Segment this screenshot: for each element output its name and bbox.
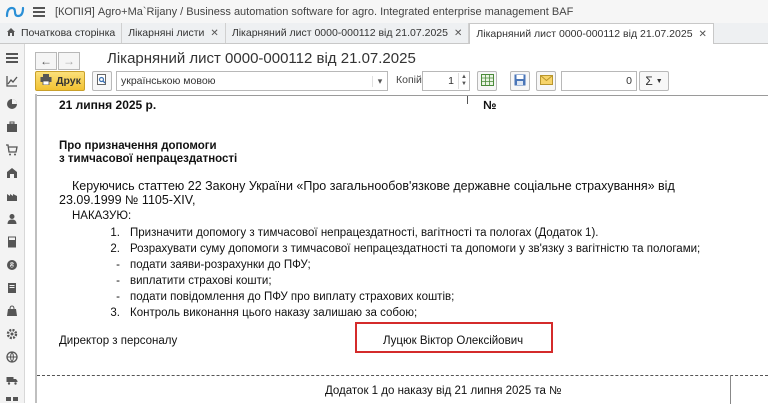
- home-icon: [6, 27, 16, 40]
- list-item-marker: 1.: [110, 227, 120, 239]
- list-item-marker: -: [116, 275, 120, 287]
- preamble-line1: Керуючись статтею 22 Закону України «Про…: [72, 179, 675, 193]
- tab-label: Лікарняний лист 0000-000112 від 21.07.20…: [231, 27, 448, 39]
- print-button[interactable]: Друк: [35, 71, 85, 91]
- list-item: Контроль виконання цього наказу залишаю …: [130, 307, 418, 319]
- truck-icon[interactable]: [5, 373, 19, 387]
- tab-home[interactable]: Початкова сторінка: [0, 23, 123, 43]
- order-word: НАКАЗУЮ:: [72, 210, 132, 222]
- back-button[interactable]: ←: [35, 52, 57, 70]
- page-marker: [467, 96, 468, 104]
- grid-icon[interactable]: [5, 394, 19, 408]
- page-marker: [730, 375, 731, 404]
- envelope-icon: [539, 74, 553, 88]
- preamble-line2: 23.09.1999 № 1105-XIV,: [59, 193, 196, 207]
- document-stack-icon[interactable]: [5, 281, 19, 295]
- money-icon[interactable]: ₴: [5, 258, 19, 272]
- sigma-icon: Σ: [645, 74, 653, 88]
- spreadsheet-icon: [480, 73, 494, 89]
- appendix-heading: Додаток 1 до наказу від 21 липня 2025 та…: [325, 385, 562, 397]
- spin-arrows-icon[interactable]: ▲ ▼: [458, 73, 469, 89]
- list-item: виплатити страхові кошти;: [130, 275, 272, 287]
- factory-icon[interactable]: [5, 189, 19, 203]
- briefcase-icon[interactable]: [5, 120, 19, 134]
- document-number-sign: №: [483, 98, 497, 112]
- forward-button[interactable]: →: [58, 52, 80, 70]
- document-date: 21 липня 2025 р.: [59, 98, 157, 112]
- bag-icon[interactable]: [5, 304, 19, 318]
- list-item: Розрахувати суму допомоги з тимчасової н…: [130, 243, 701, 255]
- main-content: ← → Лікарняний лист 0000-000112 від 21.0…: [25, 44, 768, 404]
- page-break-line: [37, 375, 768, 376]
- list-item: подати заяви-розрахунки до ПФУ;: [130, 259, 311, 271]
- tab-bar: Початкова сторінка Лікарняні листи ✕ Лік…: [0, 23, 768, 44]
- tab-sick-leave-1[interactable]: Лікарняний лист 0000-000112 від 21.07.20…: [225, 23, 470, 43]
- sidebar: ₴: [0, 44, 25, 403]
- sum-field-value: 0: [626, 75, 632, 87]
- print-button-label: Друк: [56, 75, 81, 87]
- list-item: подати повідомлення до ПФУ про виплату с…: [130, 291, 455, 303]
- tab-sick-leaves[interactable]: Лікарняні листи ✕: [122, 23, 226, 43]
- document-heading-line1: Про призначення допомоги: [59, 140, 217, 152]
- document-heading-line2: з тимчасової непрацездатності: [59, 153, 238, 165]
- app-logo-icon[interactable]: [5, 5, 25, 19]
- list-item: Призначити допомогу з тимчасової непраце…: [130, 227, 599, 239]
- send-email-button[interactable]: [536, 71, 556, 91]
- close-icon[interactable]: ✕: [210, 28, 218, 39]
- table-settings-button[interactable]: [477, 71, 497, 91]
- director-label: Директор з персоналу: [59, 335, 178, 347]
- tab-label: Лікарняні листи: [128, 27, 205, 39]
- copies-stepper[interactable]: 1 ▲ ▼: [422, 71, 470, 91]
- page-title: Лікарняний лист 0000-000112 від 21.07.20…: [107, 50, 416, 67]
- chevron-down-icon[interactable]: ▾: [372, 75, 387, 87]
- list-item-marker: -: [116, 259, 120, 271]
- copies-value: 1: [448, 75, 454, 87]
- warehouse-icon[interactable]: [5, 166, 19, 180]
- printable-document: 21 липня 2025 р. № Про призначення допом…: [37, 95, 768, 404]
- svg-text:₴: ₴: [10, 263, 14, 270]
- preview-button[interactable]: [92, 71, 112, 91]
- printer-icon: [40, 74, 52, 88]
- calculator-icon[interactable]: [5, 235, 19, 249]
- title-bar: [КОПІЯ] Agro+Ma`Rijany / Business automa…: [0, 0, 768, 24]
- chart-line-icon[interactable]: [5, 74, 19, 88]
- floppy-disk-icon: [514, 74, 526, 89]
- copies-label: Копій:: [396, 74, 425, 86]
- language-select[interactable]: українською мовою ▾: [116, 71, 388, 91]
- chevron-down-icon: ▼: [655, 77, 663, 85]
- tab-sick-leave-print[interactable]: Лікарняний лист 0000-000112 від 21.07.20…: [469, 23, 714, 44]
- globe-icon[interactable]: [5, 350, 19, 364]
- list-item-marker: -: [116, 291, 120, 303]
- list-item-marker: 2.: [110, 243, 120, 255]
- list-icon[interactable]: [5, 51, 19, 65]
- pie-chart-icon[interactable]: [5, 97, 19, 111]
- cart-icon[interactable]: [5, 143, 19, 157]
- save-button[interactable]: [510, 71, 530, 91]
- language-select-value: українською мовою: [121, 75, 216, 87]
- magnifier-document-icon: [96, 73, 108, 89]
- signer-name: Луцюк Віктор Олексійович: [383, 335, 524, 347]
- person-icon[interactable]: [5, 212, 19, 226]
- arrow-left-icon: ←: [40, 54, 52, 68]
- tab-label: Лікарняний лист 0000-000112 від 21.07.20…: [476, 28, 693, 40]
- sum-mode-button[interactable]: Σ ▼: [639, 71, 669, 91]
- main-menu-icon[interactable]: [33, 6, 45, 17]
- arrow-right-icon: →: [63, 54, 75, 68]
- app-title: [КОПІЯ] Agro+Ma`Rijany / Business automa…: [55, 5, 574, 18]
- tab-label: Початкова сторінка: [21, 27, 116, 39]
- close-icon[interactable]: ✕: [699, 29, 707, 40]
- gear-icon[interactable]: [5, 327, 19, 341]
- list-item-marker: 3.: [110, 307, 120, 319]
- sum-field[interactable]: 0: [561, 71, 637, 91]
- close-icon[interactable]: ✕: [454, 28, 462, 39]
